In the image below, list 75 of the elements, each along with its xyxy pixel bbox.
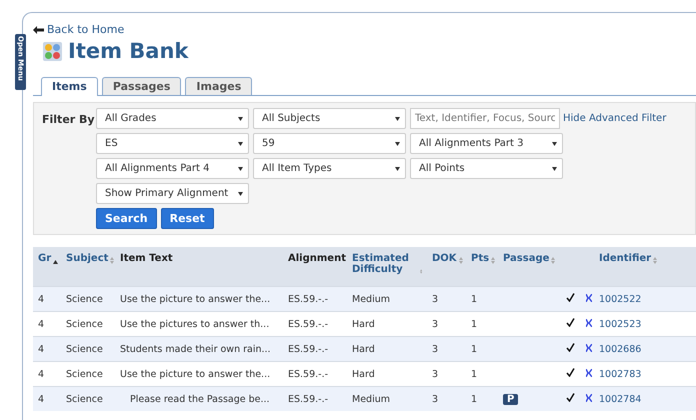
- dropdown[interactable]: All Points: [410, 158, 563, 179]
- table-cell: 1: [471, 368, 478, 380]
- table-cell: 3: [432, 344, 438, 354]
- caret-icon: [395, 166, 400, 170]
- caret-icon: [552, 142, 557, 146]
- identifier-link[interactable]: 1002523: [599, 318, 642, 330]
- table-cell: 3: [432, 318, 438, 330]
- table-cell: Science: [66, 394, 103, 404]
- table-cell: 3: [432, 368, 438, 380]
- identifier-link[interactable]: 1002783: [599, 368, 642, 380]
- passage-badge[interactable]: P: [503, 394, 518, 404]
- dropdown[interactable]: All Alignments Part 3: [410, 133, 563, 154]
- table-cell: Medium: [352, 294, 390, 304]
- dropdown[interactable]: All Item Types: [253, 158, 406, 179]
- filter-label: Filter By: [42, 112, 96, 128]
- table-cell: Hard: [352, 368, 375, 380]
- table-cell: Students made their own rain...: [115, 336, 283, 362]
- table-cell: 4: [38, 394, 44, 404]
- caret-icon: [238, 192, 243, 196]
- table-cell: Science: [66, 368, 103, 380]
- caret-icon: [238, 142, 243, 146]
- table-cell: 3: [432, 294, 438, 304]
- table-cell: ES.59.-.-: [288, 344, 328, 354]
- identifier-link[interactable]: 1002522: [599, 294, 642, 304]
- page-title: Item Bank: [68, 39, 188, 63]
- action-button[interactable]: Search: [96, 208, 157, 229]
- tab[interactable]: Passages: [102, 77, 182, 95]
- table-cell: Medium: [352, 394, 390, 404]
- column-header[interactable]: DOK: [432, 253, 457, 264]
- table-cell: 1: [471, 318, 478, 330]
- table-cell: 4: [38, 344, 44, 354]
- action-button[interactable]: Reset: [160, 208, 214, 229]
- column-header[interactable]: Gr: [38, 253, 52, 264]
- back-arrow-icon: [33, 26, 44, 34]
- table-cell: 4: [38, 368, 44, 380]
- identifier-link[interactable]: 1002686: [599, 344, 642, 354]
- dropdown[interactable]: ES: [96, 133, 249, 154]
- tab[interactable]: Images: [185, 77, 252, 95]
- column-header: Alignment: [288, 253, 346, 264]
- table-cell: 3: [432, 394, 438, 404]
- table-cell: Science: [66, 344, 103, 354]
- caret-icon: [238, 166, 243, 170]
- table-cell: Science: [66, 318, 103, 330]
- column-header: Item Text: [120, 253, 173, 264]
- app-grid-icon: [43, 42, 62, 60]
- table-cell: 1: [471, 294, 478, 304]
- caret-icon: [552, 166, 557, 170]
- table-cell: Science: [66, 294, 103, 304]
- identifier-link[interactable]: 1002784: [599, 394, 642, 404]
- back-link[interactable]: Back to Home: [47, 23, 124, 36]
- table-cell: Hard: [352, 318, 375, 330]
- caret-icon: [395, 142, 400, 146]
- dropdown[interactable]: All Alignments Part 4: [96, 158, 249, 179]
- dropdown[interactable]: All Subjects: [253, 108, 406, 129]
- tab[interactable]: Items: [41, 77, 98, 96]
- table-cell: Hard: [352, 344, 375, 354]
- table-cell: ES.59.-.-: [288, 294, 328, 304]
- caret-icon: [238, 116, 243, 120]
- table-cell: Please read the Passage be...: [115, 386, 283, 411]
- dropdown[interactable]: 59: [253, 133, 406, 154]
- table-cell: 1: [471, 394, 478, 404]
- table-cell: ES.59.-.-: [288, 318, 328, 330]
- table-cell: ES.59.-.-: [288, 394, 328, 404]
- table-cell: 4: [38, 294, 44, 304]
- hide-filter-link[interactable]: Hide Advanced Filter: [563, 113, 666, 124]
- column-header[interactable]: Identifier: [599, 253, 652, 264]
- table-cell: ES.59.-.-: [288, 368, 328, 380]
- table-cell: 1: [471, 344, 478, 354]
- column-header[interactable]: Pts: [471, 253, 490, 264]
- dropdown[interactable]: Show Primary Alignment: [96, 183, 249, 204]
- caret-icon: [395, 116, 400, 120]
- dropdown[interactable]: All Grades: [96, 108, 249, 129]
- sort-ascending-icon[interactable]: [53, 260, 58, 264]
- table-cell: 4: [38, 318, 44, 330]
- table-cell: Use the picture to answer the...: [115, 286, 283, 312]
